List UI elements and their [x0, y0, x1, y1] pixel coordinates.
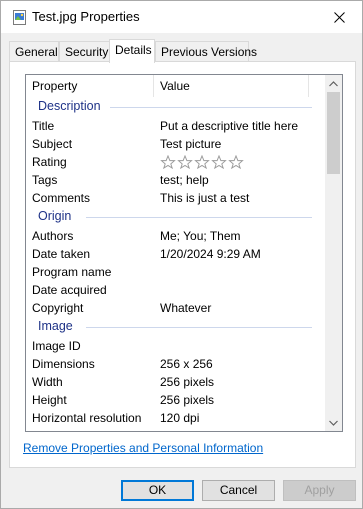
property-value: This is just a test: [160, 191, 250, 205]
tab-general-label: General: [15, 45, 58, 59]
list-item[interactable]: Height 256 pixels: [26, 391, 326, 409]
star-icon[interactable]: [160, 154, 176, 169]
group-heading: Description: [38, 99, 101, 113]
tab-details-label: Details: [115, 43, 152, 57]
chevron-up-icon: [329, 80, 338, 86]
star-icon[interactable]: [194, 154, 210, 169]
column-divider[interactable]: [308, 75, 309, 97]
list-item[interactable]: Dimensions 256 x 256: [26, 355, 326, 373]
vertical-scrollbar[interactable]: [325, 75, 342, 431]
rating-stars[interactable]: [160, 154, 245, 169]
group-heading: Image: [38, 319, 73, 333]
group-divider: [110, 107, 312, 108]
property-name: Image ID: [32, 339, 81, 353]
scroll-up-button[interactable]: [325, 75, 342, 92]
list-item[interactable]: Tags test; help: [26, 171, 326, 189]
property-value: Test picture: [160, 137, 222, 151]
group-origin[interactable]: Origin: [26, 207, 326, 227]
list-item[interactable]: Date acquired: [26, 281, 326, 299]
property-value: Put a descriptive title here: [160, 119, 299, 133]
star-icon[interactable]: [177, 154, 193, 169]
property-value: test; help: [160, 173, 209, 187]
property-value: Me; You; Them: [160, 229, 241, 243]
property-name: Authors: [32, 229, 74, 243]
property-name: Date acquired: [32, 283, 107, 297]
list-rows: Description Title Put a descriptive title…: [26, 97, 326, 427]
column-property[interactable]: Property: [32, 79, 77, 93]
scroll-down-button[interactable]: [325, 414, 342, 431]
list-item[interactable]: Rating: [26, 153, 326, 171]
property-name: Program name: [32, 265, 112, 279]
list-item[interactable]: Authors Me; You; Them: [26, 227, 326, 245]
tab-general[interactable]: General: [9, 41, 59, 62]
property-value: Whatever: [160, 301, 212, 315]
properties-dialog: Test.jpg Properties General Security Det…: [0, 0, 363, 509]
property-name: Subject: [32, 137, 73, 151]
property-name: Comments: [32, 191, 91, 205]
property-value: 120 dpi: [160, 411, 200, 425]
star-icon[interactable]: [211, 154, 227, 169]
image-file-icon: [13, 10, 26, 25]
group-image[interactable]: Image: [26, 317, 326, 337]
tab-details[interactable]: Details: [109, 39, 155, 63]
group-divider: [86, 327, 312, 328]
list-item[interactable]: Subject Test picture: [26, 135, 326, 153]
list-item[interactable]: Width 256 pixels: [26, 373, 326, 391]
tab-security-label: Security: [65, 45, 109, 59]
star-icon[interactable]: [228, 154, 244, 169]
tab-previous-versions[interactable]: Previous Versions: [155, 41, 257, 62]
property-value: 256 pixels: [160, 393, 215, 407]
group-heading: Origin: [38, 209, 72, 223]
property-value: 256 x 256: [160, 357, 213, 371]
properties-list[interactable]: Property Value Description Title Put a de…: [25, 74, 343, 432]
scroll-thumb[interactable]: [327, 92, 340, 174]
title-bar: Test.jpg Properties: [1, 1, 362, 33]
property-value: 256 pixels: [160, 375, 215, 389]
ok-button[interactable]: OK: [121, 480, 194, 501]
list-item[interactable]: Program name: [26, 263, 326, 281]
tab-previous-versions-label: Previous Versions: [161, 45, 258, 59]
list-item[interactable]: Image ID: [26, 337, 326, 355]
cancel-button[interactable]: Cancel: [202, 480, 275, 501]
details-panel: Property Value Description Title Put a de…: [9, 61, 356, 468]
tab-strip: General Security Details Previous Versio…: [9, 39, 359, 63]
property-name: Height: [32, 393, 67, 407]
list-item[interactable]: Copyright Whatever: [26, 299, 326, 317]
window-title: Test.jpg Properties: [32, 9, 140, 24]
property-name: Horizontal resolution: [32, 411, 142, 425]
group-divider: [86, 217, 312, 218]
close-icon: [333, 11, 345, 23]
property-value: 1/20/2024 9:29 AM: [160, 247, 261, 261]
property-name: Width: [32, 375, 63, 389]
group-description[interactable]: Description: [26, 97, 326, 117]
remove-properties-link[interactable]: Remove Properties and Personal Informati…: [23, 441, 263, 455]
list-item[interactable]: Comments This is just a test: [26, 189, 326, 207]
property-name: Title: [32, 119, 55, 133]
tab-security[interactable]: Security: [59, 41, 110, 62]
property-name: Copyright: [32, 301, 84, 315]
property-name: Dimensions: [32, 357, 95, 371]
property-name: Rating: [32, 155, 67, 169]
property-name: Tags: [32, 173, 58, 187]
column-divider[interactable]: [153, 75, 154, 97]
column-value[interactable]: Value: [160, 79, 190, 93]
chevron-down-icon: [329, 420, 338, 426]
list-item[interactable]: Date taken 1/20/2024 9:29 AM: [26, 245, 326, 263]
list-item[interactable]: Horizontal resolution 120 dpi: [26, 409, 326, 427]
list-header: Property Value: [26, 75, 326, 97]
list-item[interactable]: Title Put a descriptive title here: [26, 117, 326, 135]
apply-button[interactable]: Apply: [283, 480, 356, 501]
property-name: Date taken: [32, 247, 91, 261]
close-button[interactable]: [316, 1, 362, 33]
